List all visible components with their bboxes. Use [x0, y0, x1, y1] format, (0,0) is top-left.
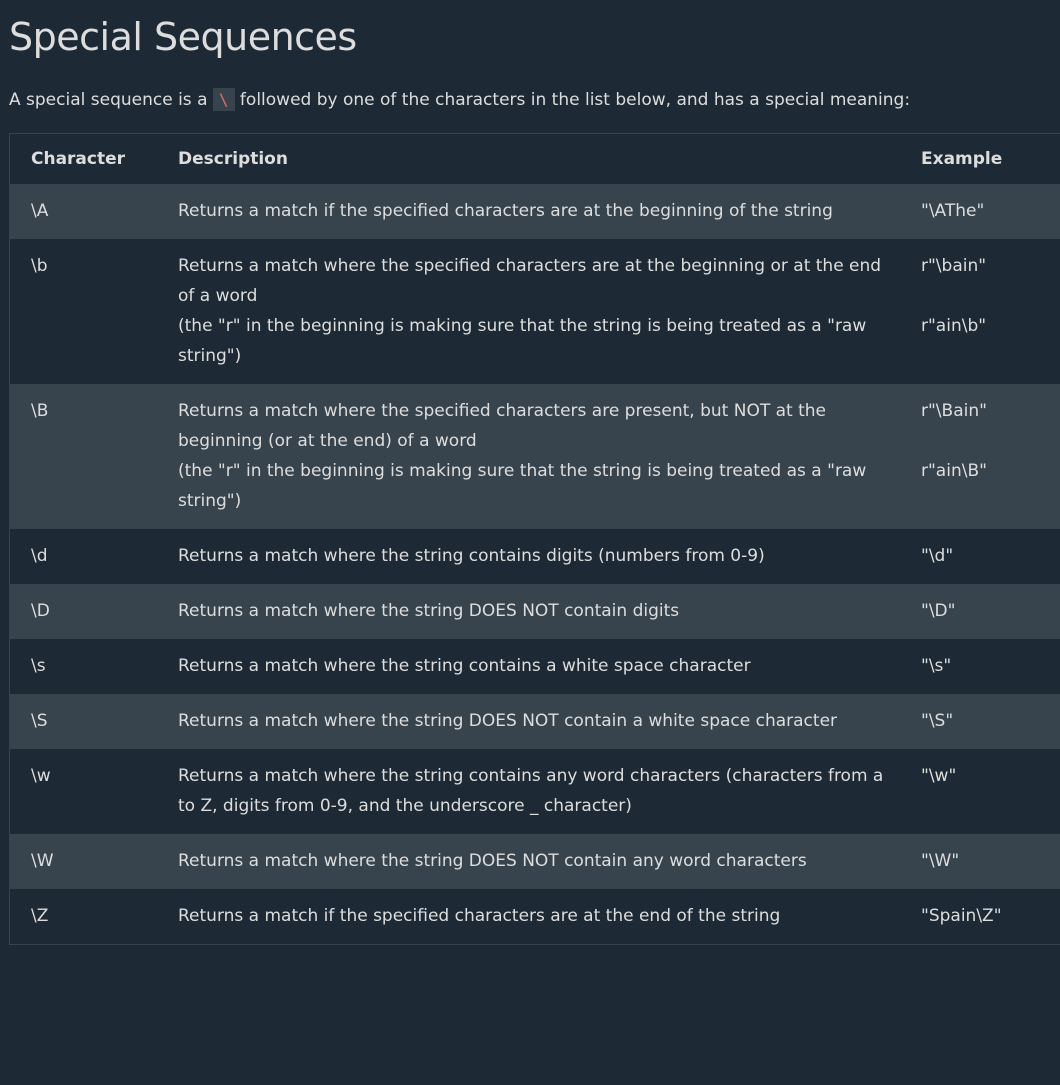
example-cell: "\w": [900, 749, 1060, 834]
character-cell: \b: [31, 256, 48, 276]
character-cell: \D: [31, 601, 50, 621]
example-cell: r"\bain" r"ain\b": [900, 239, 1060, 384]
example-cell: "\AThe": [900, 184, 1060, 239]
example-cell: "\d": [900, 529, 1060, 584]
header-character: Character: [31, 149, 126, 169]
example-line: "\w": [921, 766, 957, 786]
example-cell: r"\Bain" r"ain\B": [900, 384, 1060, 529]
example-line: "\AThe": [921, 201, 985, 221]
description-line: Returns a match if the specified charact…: [178, 906, 781, 926]
table-row: \w Returns a match where the string conta…: [10, 749, 1060, 834]
table-row: \D Returns a match where the string DOES …: [9, 584, 1060, 639]
character-cell: \Z: [31, 906, 49, 926]
example-line: r"\Bain": [921, 401, 987, 421]
example-line: "\s": [921, 656, 952, 676]
character-cell: \B: [31, 401, 49, 421]
special-sequences-table: Character Description Example \A Returns …: [9, 133, 1060, 945]
description-line: (the "r" in the beginning is making sure…: [178, 461, 867, 511]
description-line: Returns a match if the specified charact…: [178, 201, 833, 221]
example-cell: "Spain\Z": [900, 889, 1060, 945]
description-line: Returns a match where the string DOES NO…: [178, 851, 807, 871]
description-cell: Returns a match if the specified charact…: [157, 184, 900, 239]
description-cell: Returns a match where the string contain…: [157, 749, 900, 834]
character-cell: \S: [31, 711, 48, 731]
description-line: Returns a match where the string contain…: [178, 546, 765, 566]
example-line: "\W": [921, 851, 960, 871]
description-line: Returns a match where the specified char…: [178, 401, 827, 451]
description-cell: Returns a match where the string DOES NO…: [157, 584, 900, 639]
table-row: \b Returns a match where the specified ch…: [10, 239, 1060, 384]
description-cell: Returns a match where the string contain…: [157, 639, 900, 694]
header-example: Example: [921, 149, 1003, 169]
intro-after: followed by one of the characters in the…: [234, 90, 911, 110]
description-line: Returns a match where the string contain…: [178, 656, 751, 676]
description-line: Returns a match where the specified char…: [178, 256, 882, 306]
table-row: \S Returns a match where the string DOES …: [9, 694, 1060, 749]
description-cell: Returns a match where the string DOES NO…: [157, 694, 900, 749]
example-line: "Spain\Z": [921, 906, 1002, 926]
table-row: \s Returns a match where the string conta…: [10, 639, 1060, 694]
intro-text: A special sequence is a \ followed by on…: [9, 88, 1060, 112]
page-title: Special Sequences: [9, 15, 357, 59]
example-cell: "\S": [900, 694, 1060, 749]
character-cell: \d: [31, 546, 48, 566]
character-cell: \s: [31, 656, 46, 676]
description-cell: Returns a match where the string contain…: [157, 529, 900, 584]
example-cell: "\W": [900, 834, 1060, 889]
example-cell: "\s": [900, 639, 1060, 694]
backslash-code: \: [212, 88, 235, 111]
description-cell: Returns a match if the specified charact…: [157, 889, 900, 945]
table-header: Character Description Example: [10, 134, 1060, 185]
example-line: "\S": [921, 711, 954, 731]
description-line: Returns a match where the string DOES NO…: [178, 711, 838, 731]
description-cell: Returns a match where the string DOES NO…: [157, 834, 900, 889]
table-row: \Z Returns a match if the specified chara…: [10, 889, 1060, 945]
example-line: r"ain\b": [921, 316, 987, 336]
intro-before: A special sequence is a: [9, 90, 213, 110]
table-row: \d Returns a match where the string conta…: [10, 529, 1060, 584]
header-description: Description: [178, 149, 288, 169]
description-cell: Returns a match where the specified char…: [157, 384, 900, 529]
example-line: r"ain\B": [921, 461, 987, 481]
character-cell: \A: [31, 201, 49, 221]
description-line: Returns a match where the string contain…: [178, 766, 884, 816]
example-line: "\D": [921, 601, 956, 621]
description-line: Returns a match where the string DOES NO…: [178, 601, 680, 621]
example-cell: "\D": [900, 584, 1060, 639]
table-row: \A Returns a match if the specified chara…: [9, 184, 1060, 239]
description-line: (the "r" in the beginning is making sure…: [178, 316, 867, 366]
character-cell: \w: [31, 766, 51, 786]
example-line: "\d": [921, 546, 954, 566]
character-cell: \W: [31, 851, 54, 871]
table-row: \W Returns a match where the string DOES …: [9, 834, 1060, 889]
example-line: r"\bain": [921, 256, 987, 276]
table-row: \B Returns a match where the specified ch…: [9, 384, 1060, 529]
description-cell: Returns a match where the specified char…: [157, 239, 900, 384]
